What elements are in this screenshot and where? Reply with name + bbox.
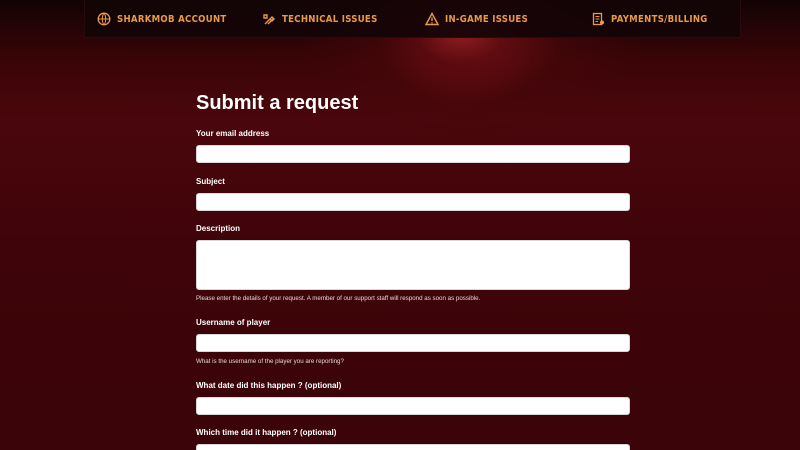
nav-item-technical-issues[interactable]: TECHNICAL ISSUES <box>262 11 378 27</box>
username-label: Username of player <box>196 318 271 327</box>
nav-label: TECHNICAL ISSUES <box>282 13 378 25</box>
category-nav: SHARKMOB ACCOUNT TECHNICAL ISSUES IN-GAM… <box>84 0 741 38</box>
time-label: Which time did it happen ? (optional) <box>196 428 337 437</box>
email-field[interactable] <box>196 145 630 163</box>
nav-item-sharkmob-account[interactable]: SHARKMOB ACCOUNT <box>97 11 227 27</box>
receipt-icon <box>592 12 604 26</box>
subject-label: Subject <box>196 177 225 186</box>
username-hint: What is the username of the player you a… <box>196 358 344 365</box>
tools-icon <box>263 14 275 25</box>
page-title: Submit a request <box>196 92 359 114</box>
date-field[interactable] <box>196 397 630 415</box>
warning-icon <box>425 12 439 26</box>
nav-label: SHARKMOB ACCOUNT <box>117 13 227 25</box>
description-hint: Please enter the details of your request… <box>196 295 481 302</box>
nav-item-payments-billing[interactable]: PAYMENTS/BILLING <box>591 11 708 27</box>
subject-field[interactable] <box>196 193 630 211</box>
description-label: Description <box>196 224 241 233</box>
nav-item-in-game-issues[interactable]: IN-GAME ISSUES <box>425 11 528 27</box>
nav-label: IN-GAME ISSUES <box>445 13 529 25</box>
username-field[interactable] <box>196 334 630 352</box>
email-label: Your email address <box>196 129 270 138</box>
date-label: What date did this happen ? (optional) <box>196 381 342 390</box>
nav-label: PAYMENTS/BILLING <box>611 13 708 25</box>
time-field[interactable] <box>196 444 630 450</box>
globe-icon <box>97 12 111 26</box>
description-field[interactable] <box>196 240 630 290</box>
